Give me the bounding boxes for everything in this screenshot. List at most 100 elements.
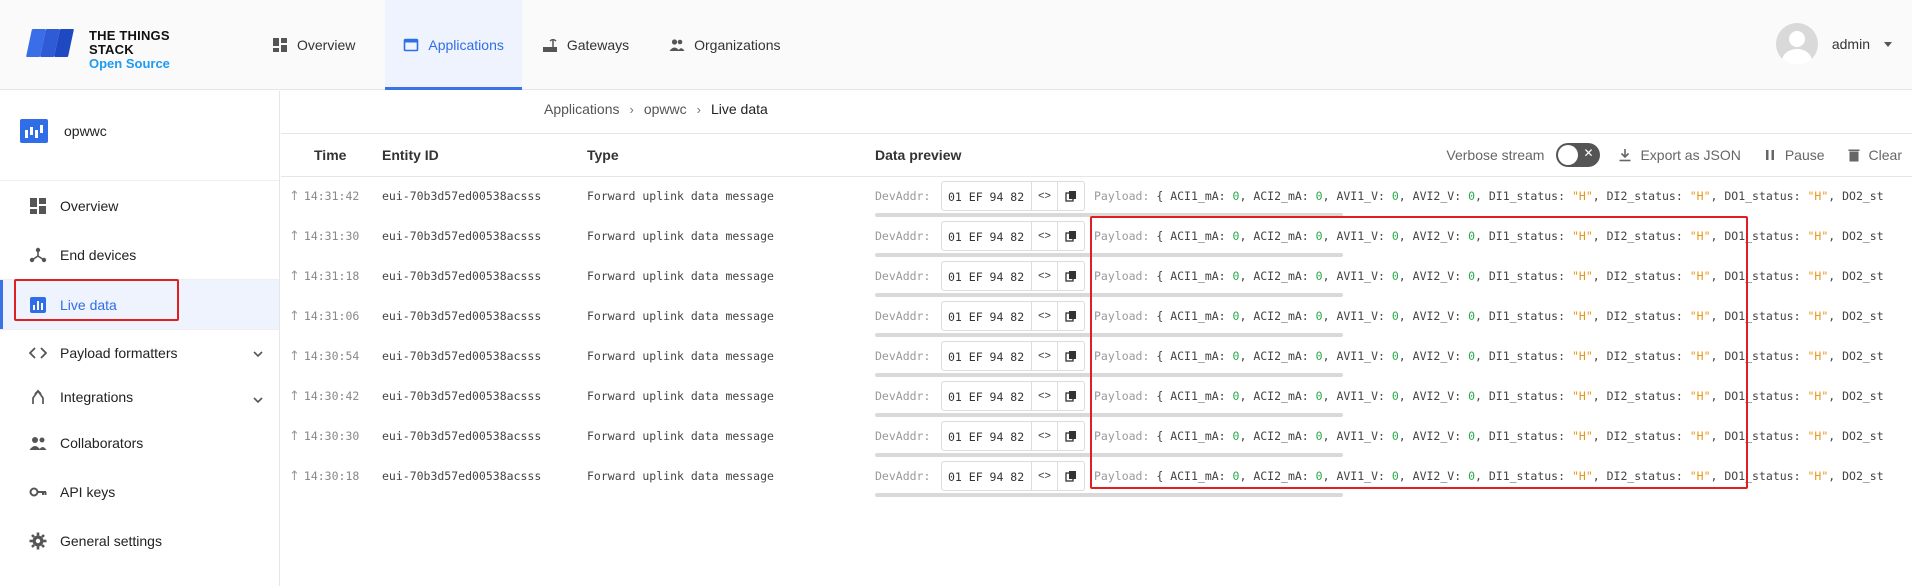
copy-button[interactable] [1058,462,1084,490]
copy-button[interactable] [1058,422,1084,450]
pause-button[interactable]: Pause [1763,147,1825,163]
devaddr-value: 01 EF 94 82 [942,342,1032,370]
event-time-value: 14:31:06 [303,309,360,323]
key-icon [29,487,47,496]
entity-id[interactable]: eui-70b3d57ed00538acsss [382,309,541,323]
toggle-format-button[interactable]: <> [1032,222,1058,250]
event-time: ↑ 14:31:06 [289,309,359,324]
toggle-format-button[interactable]: <> [1032,382,1058,410]
sidebar-item-label: General settings [60,532,162,549]
payload-label: Payload: [1094,189,1150,203]
entity-id[interactable]: eui-70b3d57ed00538acsss [382,229,541,243]
sidebar-item-overview[interactable]: Overview [0,181,279,230]
payload-key: ACI1_mA: [1170,189,1226,203]
live-data-toolbar: Time Entity ID Type Data preview Verbose… [281,134,1912,176]
brand-name: THE THINGS STACK [89,28,170,57]
breadcrumb-app[interactable]: opwwc [644,101,687,117]
copy-button[interactable] [1058,182,1084,210]
brand-logo[interactable]: THE THINGS STACK Open Source [26,26,217,71]
toggle-format-button[interactable]: <> [1032,422,1058,450]
devaddr-label: DevAddr: [875,189,931,203]
arrow-up-icon: ↑ [289,229,300,244]
event-type: Forward uplink data message [587,229,774,243]
device-icon [29,247,47,262]
event-type: Forward uplink data message [587,389,774,403]
sidebar-item-end-devices[interactable]: End devices [0,230,279,279]
arrow-up-icon: ↑ [289,189,300,204]
event-time: ↑ 14:30:42 [289,389,359,404]
entity-id[interactable]: eui-70b3d57ed00538acsss [382,349,541,363]
code-icon [29,347,47,359]
event-type: Forward uplink data message [587,349,774,363]
sidebar-item-label: Integrations [60,389,134,405]
code-icon: <> [1038,270,1051,282]
table-row[interactable]: ↑ 14:31:42 eui-70b3d57ed00538acsss Forwar… [281,177,1912,217]
payload-key: DO2_st [1842,429,1884,443]
devaddr-value: 01 EF 94 82 [942,462,1032,490]
entity-id[interactable]: eui-70b3d57ed00538acsss [382,269,541,283]
verbose-stream-toggle[interactable] [1556,143,1601,167]
entity-id[interactable]: eui-70b3d57ed00538acsss [382,429,541,443]
sidebar-item-api-keys[interactable]: API keys [0,467,279,516]
copy-button[interactable] [1058,222,1084,250]
entity-id[interactable]: eui-70b3d57ed00538acsss [382,389,541,403]
event-type: Forward uplink data message [587,189,774,203]
toggle-format-button[interactable]: <> [1032,462,1058,490]
sidebar-item-label: End devices [60,246,137,263]
copy-icon [1065,231,1076,242]
verbose-stream-label: Verbose stream [1446,147,1545,163]
sidebar-item-payload-formatters[interactable]: Payload formatters [0,330,279,376]
devaddr-label: DevAddr: [875,229,931,243]
toggle-format-button[interactable]: <> [1032,302,1058,330]
col-preview-header: Data preview [875,147,962,163]
nav-applications[interactable]: Applications [385,0,522,90]
row-scrollbar[interactable] [875,493,1343,497]
entity-id[interactable]: eui-70b3d57ed00538acsss [382,189,541,203]
devaddr-field: 01 EF 94 82 <> [941,461,1085,491]
user-menu[interactable]: admin [1775,22,1892,66]
devaddr-field: 01 EF 94 82 <> [941,181,1085,211]
copy-icon [1065,431,1076,442]
clear-button[interactable]: Clear [1847,147,1902,163]
app-name: opwwc [64,123,107,139]
payload-key: DO2_st [1842,349,1884,363]
pause-label: Pause [1784,147,1825,163]
devaddr-label: DevAddr: [875,389,931,403]
nav-overview[interactable]: Overview [262,0,375,90]
payload-key: DO2_st [1842,229,1884,243]
nav-gateways-label: Gateways [566,37,630,53]
download-icon [1619,149,1631,162]
event-time-value: 14:31:42 [303,189,360,203]
toggle-format-button[interactable]: <> [1032,262,1058,290]
application-icon [20,119,48,143]
arrow-up-icon: ↑ [289,469,300,484]
nav-overview-label: Overview [297,37,356,53]
nav-organizations[interactable]: Organizations [659,0,800,90]
event-time-value: 14:30:18 [303,469,360,483]
organization-icon [669,39,685,51]
copy-button[interactable] [1058,302,1084,330]
toggle-format-button[interactable]: <> [1032,342,1058,370]
sidebar-item-collaborators[interactable]: Collaborators [0,418,279,467]
entity-id[interactable]: eui-70b3d57ed00538acsss [382,469,541,483]
copy-button[interactable] [1058,342,1084,370]
sidebar-item-integrations[interactable]: Integrations [0,376,279,418]
nav-gateways[interactable]: Gateways [532,0,649,90]
toggle-format-button[interactable]: <> [1032,182,1058,210]
sidebar-item-general-settings[interactable]: General settings [0,516,279,565]
user-name: admin [1831,36,1870,52]
arrow-up-icon: ↑ [289,309,300,324]
export-json-button[interactable]: Export as JSON [1618,147,1741,163]
payload-value: 0 [1315,189,1323,203]
arrow-up-icon: ↑ [289,429,300,444]
copy-icon [1065,311,1076,322]
copy-button[interactable] [1058,382,1084,410]
copy-button[interactable] [1058,262,1084,290]
code-icon: <> [1038,390,1051,402]
devaddr-field: 01 EF 94 82 <> [941,221,1085,251]
breadcrumb-applications[interactable]: Applications [544,101,620,117]
devaddr-value: 01 EF 94 82 [942,382,1032,410]
caret-down-icon [1884,41,1892,47]
payload-key: DO2_st [1842,309,1884,323]
devaddr-value: 01 EF 94 82 [942,262,1032,290]
